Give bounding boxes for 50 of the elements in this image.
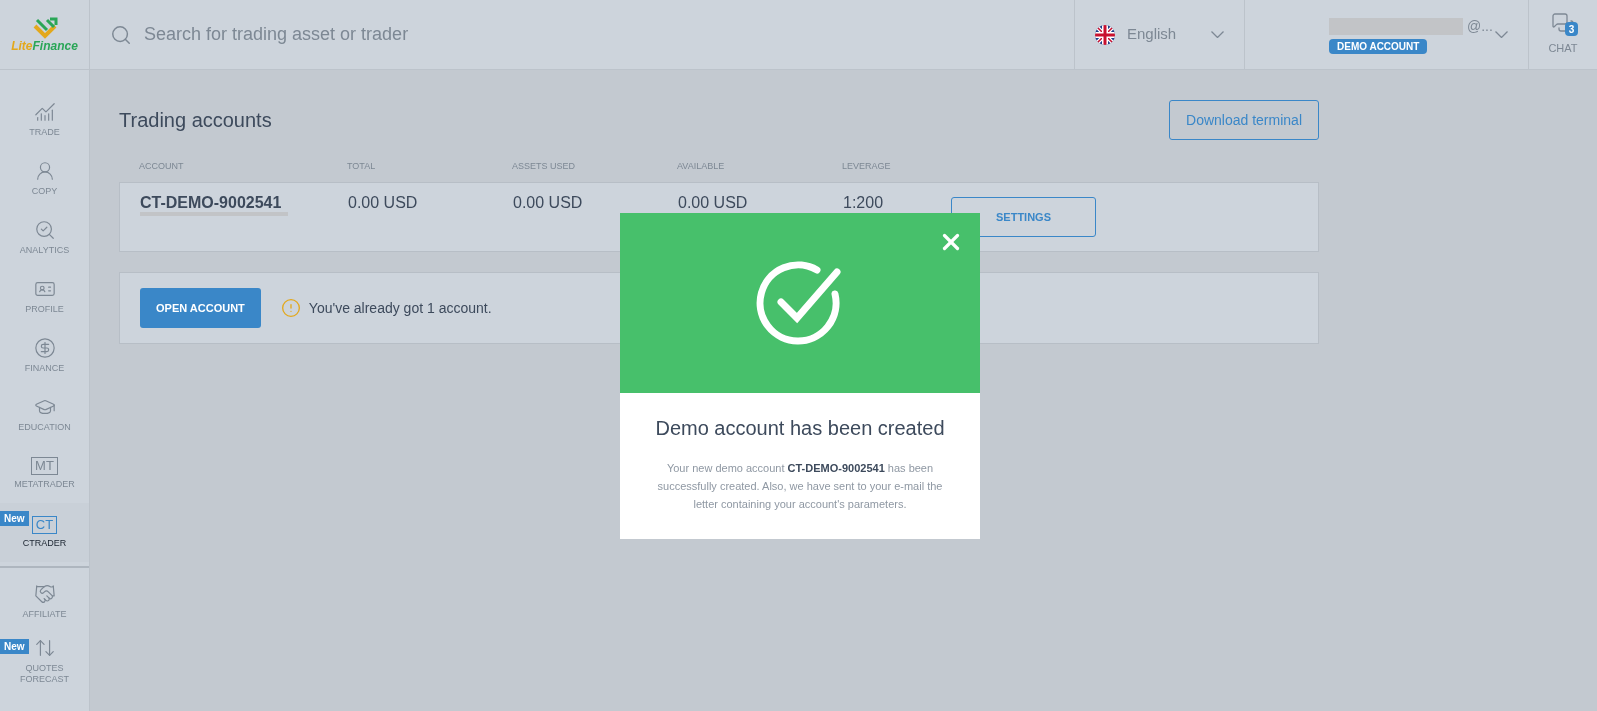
handshake-icon [33, 583, 56, 605]
text-icon: MT [31, 457, 58, 475]
sidebar-item[interactable]: TRADE [0, 90, 89, 149]
magnifier-icon [33, 219, 56, 241]
chevron-down-icon [1211, 31, 1224, 38]
email-text: @... [1467, 16, 1493, 36]
notice-text: You've already got 1 account. [308, 298, 492, 318]
column-header: ASSETS USED [512, 161, 576, 171]
sidebar-item[interactable]: EDUCATION [0, 385, 89, 444]
logo-mark-icon [31, 16, 58, 39]
table-cell: CT-DEMO-9002541 [140, 194, 282, 211]
chat-count-badge: 3 [1565, 22, 1578, 36]
warning-icon [280, 298, 301, 318]
sidebar-item[interactable]: ANALYTICS [0, 208, 89, 267]
logo[interactable]: LiteFinance [0, 0, 90, 69]
search-field[interactable]: Search for trading asset or trader [144, 21, 1054, 48]
table-cell: 0.00 USD [678, 194, 748, 211]
sidebar-item[interactable]: New CT CTRADER [0, 503, 89, 562]
sidebar-item[interactable]: AFFILIATE [0, 572, 89, 631]
dialog-message: Your new demo account CT-DEMO-9002541 has been successfully created. Also, we have sent to your e-mail the letter containing your account's parameters. [656, 461, 944, 512]
chevron-down-icon [1495, 31, 1508, 38]
logo-text: LiteFinance [11, 38, 78, 53]
page-title: Trading accounts [119, 108, 272, 133]
account-menu[interactable]: @... DEMO ACCOUNT [1245, 0, 1529, 69]
sidebar-item[interactable]: MT METATRADER [0, 444, 89, 503]
sidebar-item[interactable]: FINANCE [0, 326, 89, 385]
download-terminal-button[interactable]: Download terminal [1169, 100, 1319, 140]
language-select[interactable]: English [1075, 0, 1245, 69]
column-header: TOTAL [347, 161, 376, 171]
uk-flag-icon [1095, 24, 1115, 45]
dollar-icon [33, 337, 56, 359]
dialog-title: Demo account has been created [655, 416, 945, 441]
language-label: English [1127, 24, 1178, 45]
column-header: LEVERAGE [842, 161, 891, 171]
sidebar-item[interactable]: PROFILE [0, 267, 89, 326]
new-badge: New [0, 639, 29, 654]
chart-icon [33, 101, 56, 123]
text-icon: CT [31, 516, 58, 534]
sidebar-item[interactable]: COPY [0, 149, 89, 208]
chat-button[interactable]: 3 CHAT [1529, 0, 1597, 69]
table-cell: 1:200 [843, 194, 884, 211]
table-cell: 0.00 USD [348, 194, 418, 211]
column-header: AVAILABLE [677, 161, 725, 171]
new-badge: New [0, 511, 29, 526]
open-account-button[interactable]: OPEN ACCOUNT [140, 288, 261, 328]
search-icon [110, 23, 132, 46]
column-header: ACCOUNT [139, 161, 184, 171]
table-cell: 0.00 USD [513, 194, 583, 211]
sidebar-item[interactable]: New QUOTES FORECAST [0, 631, 89, 690]
demo-account-badge: DEMO ACCOUNT [1329, 38, 1428, 54]
